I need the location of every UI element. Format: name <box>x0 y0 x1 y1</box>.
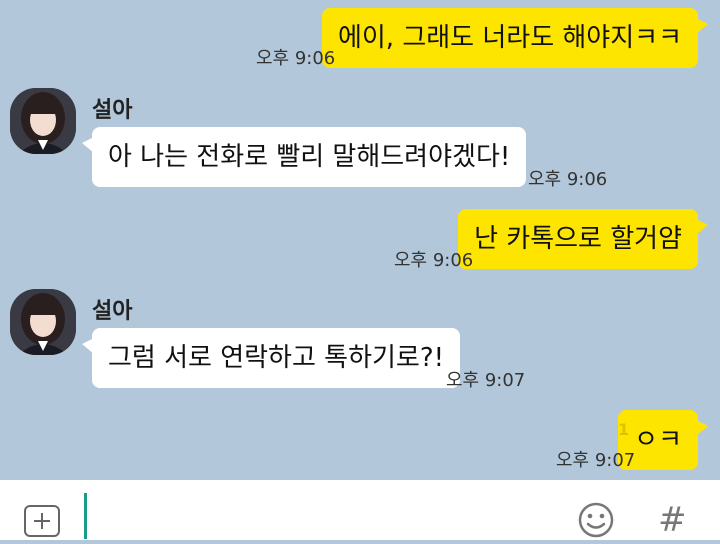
message-time: 오후 9:06 <box>256 48 336 69</box>
their-message-bubble[interactable]: 그럼 서로 연락하고 톡하기로?! <box>81 328 461 388</box>
unread-count: 1 <box>618 420 630 439</box>
avatar[interactable] <box>10 289 76 355</box>
their-message-bubble[interactable]: 아 나는 전화로 빨리 말해드려야겠다! <box>81 127 527 187</box>
avatar-image <box>10 289 76 355</box>
plus-square-icon[interactable] <box>24 505 60 537</box>
avatar[interactable] <box>10 88 76 154</box>
message-time: 오후 9:06 <box>394 250 474 271</box>
sender-name: 설아 <box>92 299 133 324</box>
message-text: 아 나는 전화로 빨리 말해드려야겠다! <box>108 142 511 172</box>
message-text: 난 카톡으로 할거얌 <box>474 224 682 254</box>
chat-area: 에이, 그래도 너라도 해야지ㅋㅋ 오후 9:06 설아 아 나는 전화로 빨리… <box>0 0 720 480</box>
message-time: 오후 9:07 <box>446 370 526 391</box>
message-time: 오후 9:07 <box>556 450 636 471</box>
message-text: 에이, 그래도 너라도 해야지ㅋㅋ <box>337 23 682 53</box>
my-message-bubble[interactable]: 난 카톡으로 할거얌 <box>458 209 708 269</box>
message-input[interactable] <box>84 493 87 539</box>
sender-name: 설아 <box>92 98 133 123</box>
message-time: 오후 9:06 <box>528 169 608 190</box>
hashtag-button[interactable]: # <box>658 500 687 540</box>
my-message-bubble[interactable]: 에이, 그래도 너라도 해야지ㅋㅋ <box>321 8 709 68</box>
smiley-icon[interactable] <box>576 500 616 540</box>
message-text: ㅇㅋ <box>634 425 682 455</box>
message-text: 그럼 서로 연락하고 톡하기로?! <box>108 343 445 373</box>
avatar-image <box>10 88 76 154</box>
